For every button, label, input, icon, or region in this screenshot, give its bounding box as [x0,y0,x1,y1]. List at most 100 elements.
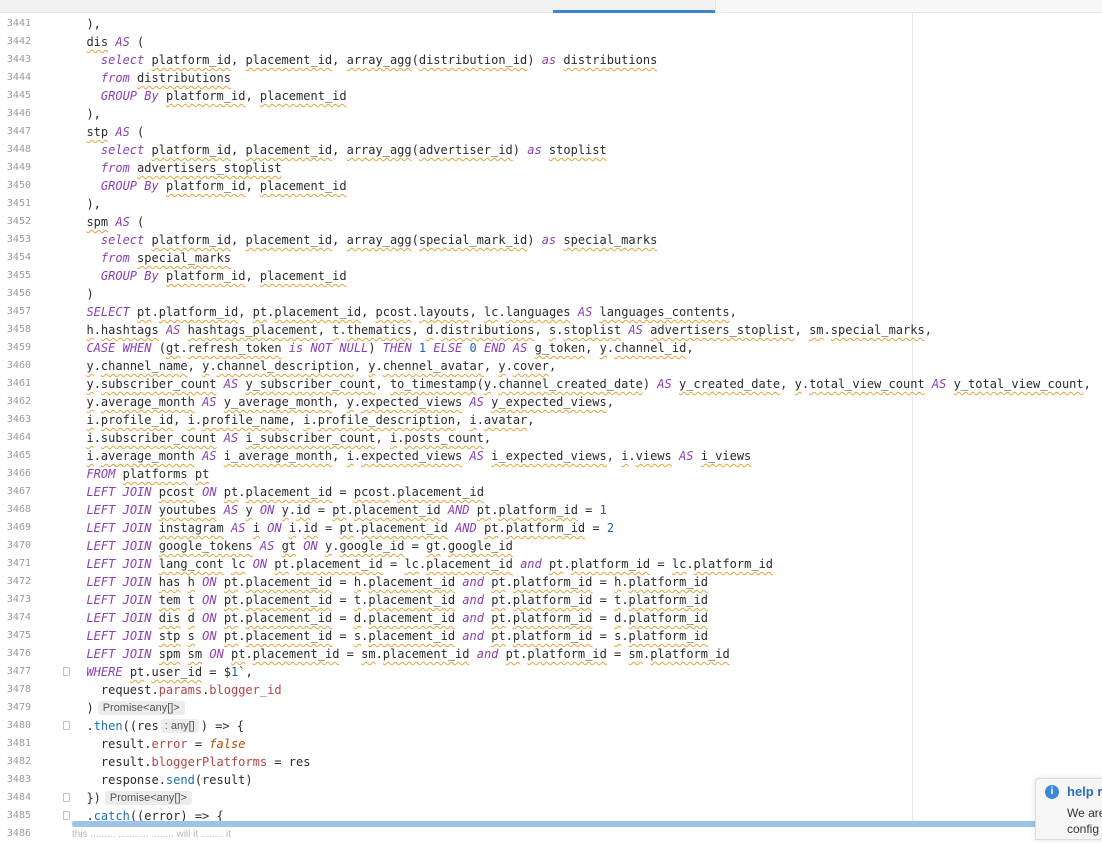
line-number: 3469 [6,522,31,533]
line-number: 3463 [6,414,31,425]
code-line[interactable]: 3468 LEFT JOIN youtubes AS y ON y.id = p… [0,501,1102,519]
code-line[interactable]: 3457 SELECT pt.platform_id, pt.placement… [0,303,1102,321]
code-line[interactable]: 3465 i.average_month AS i_average_month,… [0,447,1102,465]
line-number: 3453 [6,234,31,245]
code-text: LEFT JOIN youtubes AS y ON y.id = pt.pla… [86,503,607,517]
code-line[interactable]: 3451 ), [0,195,1102,213]
code-text: ) Promise<any[]> [72,699,185,717]
code-line[interactable]: 3469 LEFT JOIN instagram AS i ON i.id = … [0,519,1102,537]
code-text: request.params.blogger_id [72,683,282,697]
code-line[interactable]: 3454 from special_marks [0,249,1102,267]
fold-marker-icon[interactable] [63,667,70,676]
line-number: 3484 [6,792,31,803]
line-number: 3456 [6,288,31,299]
code-line[interactable]: 3460 y.channel_name, y.channel_descripti… [0,357,1102,375]
code-line[interactable]: 3447 stp AS ( [0,123,1102,141]
code-line[interactable]: 3484 }) Promise<any[]> [0,789,1102,807]
line-number: 3464 [6,432,31,443]
line-number: 3461 [6,378,31,389]
code-text: from distributions [100,71,231,85]
code-line[interactable]: 3444 from distributions [0,69,1102,87]
horizontal-scrollbar[interactable] [72,821,1102,827]
fold-marker-icon[interactable] [63,721,70,730]
code-line[interactable]: 3443 select platform_id, placement_id, a… [0,51,1102,69]
code-line[interactable]: 3450 GROUP By platform_id, placement_id [0,177,1102,195]
code-text: }) Promise<any[]> [72,789,192,807]
line-number: 3473 [6,594,31,605]
editor-tab-bar [0,0,1102,13]
code-line[interactable]: 3441 ), [0,15,1102,33]
code-line[interactable]: 3478 request.params.blogger_id [0,681,1102,699]
code-line[interactable]: 3474 LEFT JOIN dis d ON pt.placement_id … [0,609,1102,627]
code-line[interactable]: 3464 i.subscriber_count AS i_subscriber_… [0,429,1102,447]
active-tab[interactable] [553,0,715,13]
code-text: i.average_month AS i_average_month, i.ex… [86,449,752,463]
fold-marker-icon[interactable] [63,793,70,802]
code-line[interactable]: 3479 ) Promise<any[]> [0,699,1102,717]
code-line[interactable]: 3471 LEFT JOIN lang_cont lc ON pt.placem… [0,555,1102,573]
code-line[interactable]: 3473 LEFT JOIN tem t ON pt.placement_id … [0,591,1102,609]
horizontal-scrollbar-thumb[interactable] [72,821,1092,827]
line-number: 3481 [6,738,31,749]
line-number: 3446 [6,108,31,119]
code-text: response.send(result) [72,773,253,787]
code-line[interactable]: 3480 .then((res: any[]) => { [0,717,1102,735]
line-number: 3472 [6,576,31,587]
code-text: .then((res: any[]) => { [72,719,245,733]
help-notification[interactable]: i help r We are config [1035,778,1102,840]
line-number: 3443 [6,54,31,65]
code-text: ), [72,107,101,121]
code-line[interactable]: 3477 WHERE pt.user_id = $1`, [0,663,1102,681]
code-line[interactable]: 3482 result.bloggerPlatforms = res [0,753,1102,771]
code-line[interactable]: 3470 LEFT JOIN google_tokens AS gt ON y.… [0,537,1102,555]
active-tab-indicator [553,10,715,13]
line-number: 3470 [6,540,31,551]
code-line[interactable]: 3462 y.average_month AS y_average_month,… [0,393,1102,411]
notification-text-line-1: We are [1067,806,1102,820]
code-line[interactable]: 3448 select platform_id, placement_id, a… [0,141,1102,159]
code-line[interactable]: 3445 GROUP By platform_id, placement_id [0,87,1102,105]
line-number: 3455 [6,270,31,281]
line-number: 3486 [6,828,31,839]
inactive-tab[interactable] [715,0,1102,12]
line-number: 3466 [6,468,31,479]
code-line[interactable]: 3472 LEFT JOIN has h ON pt.placement_id … [0,573,1102,591]
code-line[interactable]: 3458 h.hashtags AS hashtags_placement, t… [0,321,1102,339]
code-line[interactable]: 3475 LEFT JOIN stp s ON pt.placement_id … [0,627,1102,645]
line-number: 3445 [6,90,31,101]
code-line[interactable]: 3446 ), [0,105,1102,123]
line-number: 3452 [6,216,31,227]
code-line[interactable]: 3456 ) [0,285,1102,303]
code-text: LEFT JOIN spm sm ON pt.placement_id = sm… [86,647,730,661]
code-line[interactable]: 3442 dis AS ( [0,33,1102,51]
code-line[interactable]: 3452 spm AS ( [0,213,1102,231]
code-line[interactable]: 3476 LEFT JOIN spm sm ON pt.placement_id… [0,645,1102,663]
notification-text-line-2: config [1067,822,1100,836]
notification-title[interactable]: help r [1067,784,1102,799]
code-text: spm AS ( [86,215,145,229]
code-line[interactable]: 3483 response.send(result) [0,771,1102,789]
code-line[interactable]: 3449 from advertisers_stoplist [0,159,1102,177]
code-text: from advertisers_stoplist [100,161,282,175]
fold-marker-icon[interactable] [63,811,70,820]
line-number: 3467 [6,486,31,497]
line-number: 3471 [6,558,31,569]
code-text: h.hashtags AS hashtags_placement, t.them… [86,323,932,337]
status-ghost-text: this ......... ........... ........ will… [72,829,231,840]
line-number: 3483 [6,774,31,785]
code-line[interactable]: 3481 result.error = false [0,735,1102,753]
code-text: select platform_id, placement_id, array_… [100,143,607,157]
code-line[interactable]: 3463 i.profile_id, i.profile_name, i.pro… [0,411,1102,429]
line-number: 3462 [6,396,31,407]
code-text: LEFT JOIN google_tokens AS gt ON y.googl… [86,539,513,553]
code-text: SELECT pt.platform_id, pt.placement_id, … [86,305,737,319]
line-number: 3482 [6,756,31,767]
code-line[interactable]: 3453 select platform_id, placement_id, a… [0,231,1102,249]
code-line[interactable]: 3461 y.subscriber_count AS y_subscriber_… [0,375,1102,393]
code-line[interactable]: 3467 LEFT JOIN pcost ON pt.placement_id … [0,483,1102,501]
code-line[interactable]: 3459 CASE WHEN (gt.refresh_token is NOT … [0,339,1102,357]
info-icon: i [1045,785,1059,799]
code-line[interactable]: 3455 GROUP By platform_id, placement_id [0,267,1102,285]
code-text: GROUP By platform_id, placement_id [100,269,347,283]
code-line[interactable]: 3466 FROM platforms pt [0,465,1102,483]
